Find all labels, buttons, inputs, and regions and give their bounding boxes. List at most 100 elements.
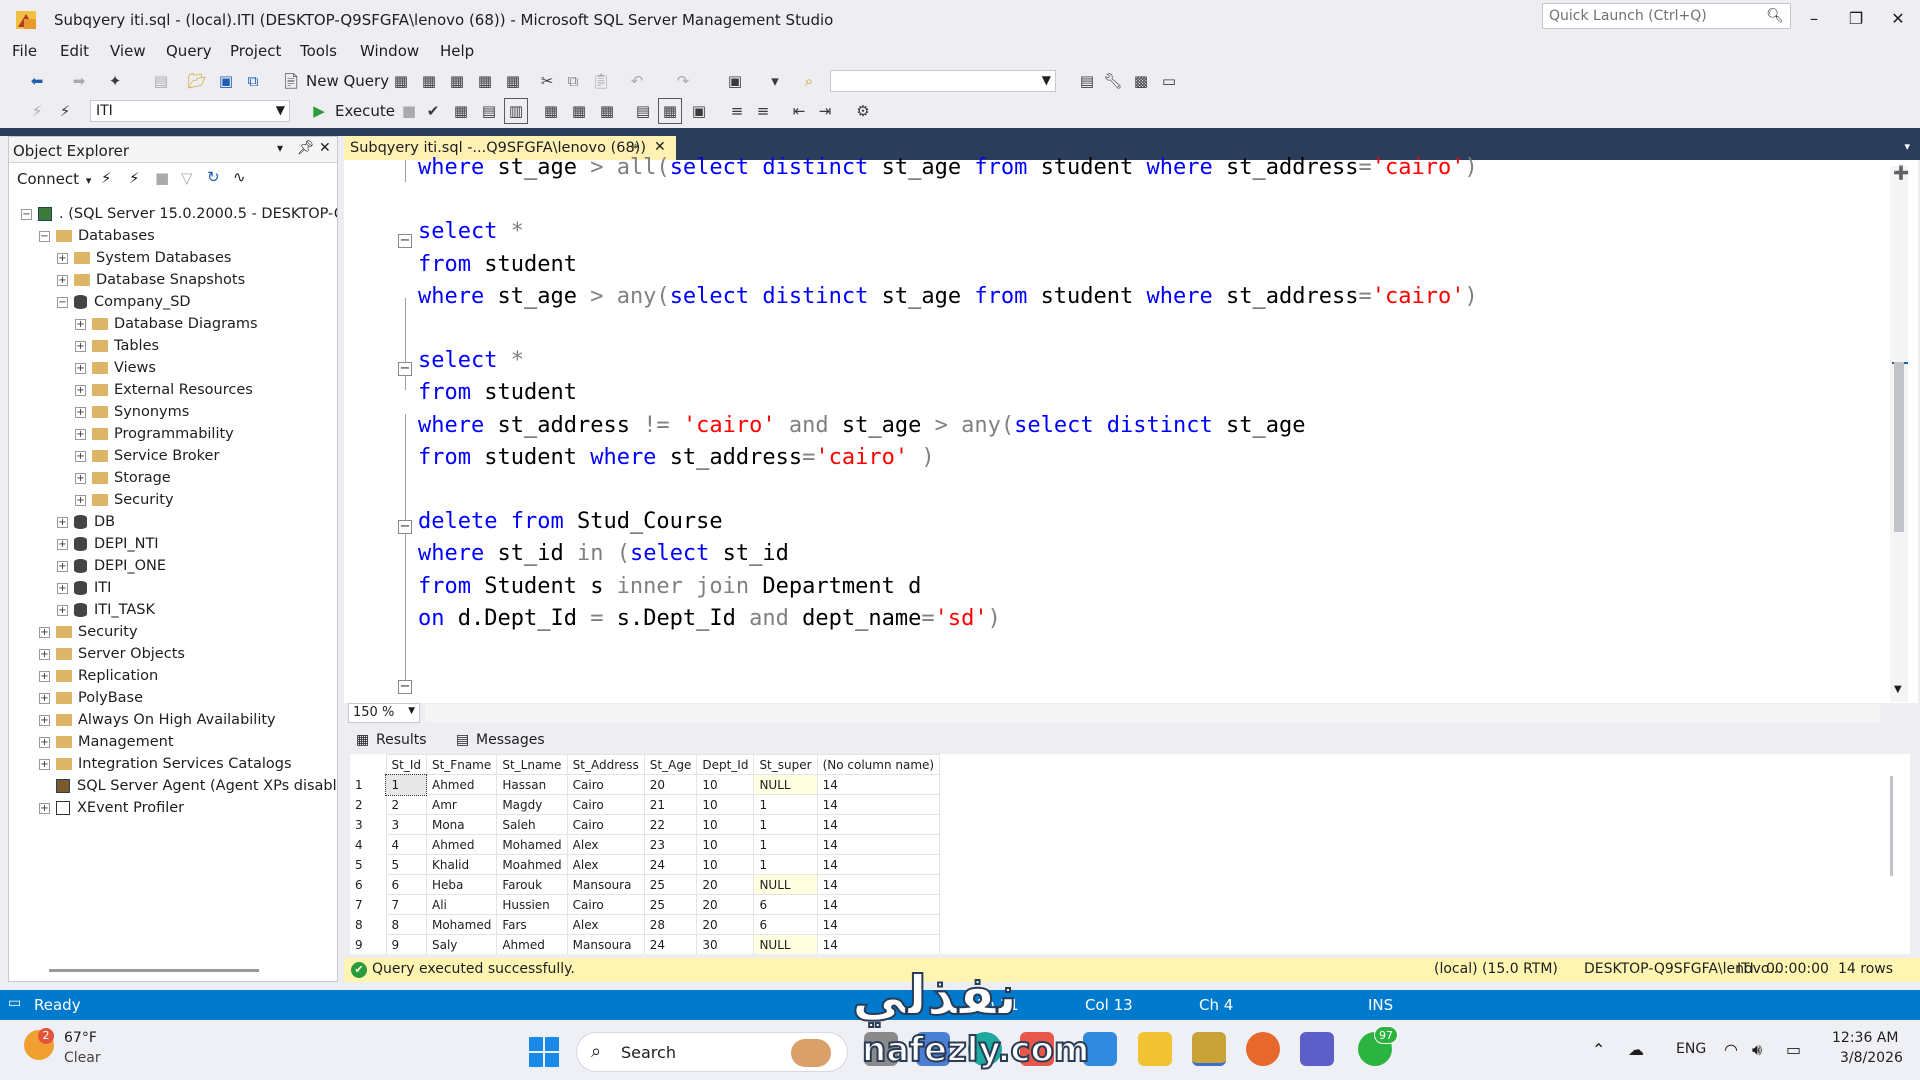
code-line[interactable]: from Student s inner join Department d	[418, 571, 921, 603]
table-cell[interactable]: 3	[385, 814, 427, 835]
table-cell[interactable]: 20	[696, 894, 755, 915]
table-cell[interactable]: Heba	[425, 874, 498, 895]
table-row[interactable]: 6 6 Heba Farouk Mansoura 25 20 NULL 14	[350, 874, 941, 895]
clock-time[interactable]: 12:36 AM	[1832, 1030, 1898, 1046]
results-to-text-icon[interactable]: ▤	[632, 100, 654, 122]
back-icon[interactable]: ⬅	[26, 70, 48, 92]
table-cell[interactable]: Mansoura	[566, 934, 645, 954]
table-cell[interactable]: Mohamed	[496, 834, 568, 855]
table-row[interactable]: 8 8 Mohamed Fars Alex 28 20 6 14	[350, 914, 941, 935]
menu-file[interactable]: File	[12, 42, 37, 60]
tree-node[interactable]: + Security	[75, 489, 174, 511]
table-cell[interactable]: 10	[696, 814, 755, 835]
tree-node[interactable]: + Tables	[75, 335, 159, 357]
code-line[interactable]: where st_address != 'cairo' and st_age >…	[418, 410, 1306, 442]
collapse-icon[interactable]: −	[398, 234, 412, 248]
window-layout-icon[interactable]: ▭	[1158, 70, 1180, 92]
table-cell[interactable]: Cairo	[566, 794, 645, 815]
table-cell[interactable]: 20	[696, 874, 755, 895]
tree-node[interactable]: + Database Snapshots	[57, 269, 245, 291]
results-to-grid-icon[interactable]: ▦	[658, 98, 682, 124]
menu-view[interactable]: View	[110, 42, 146, 60]
editor-vertical-scrollbar[interactable]: ➕ ▼	[1890, 166, 1909, 702]
collapse-icon[interactable]: −	[398, 520, 412, 534]
table-cell[interactable]: 14	[816, 834, 941, 855]
table-cell[interactable]: 14	[816, 814, 941, 835]
table-row[interactable]: 5 5 Khalid Moahmed Alex 24 10 1 14	[350, 854, 941, 875]
activity-monitor-icon[interactable]: ▣	[724, 70, 746, 92]
expand-icon[interactable]: +	[75, 318, 86, 330]
code-line[interactable]: from student	[418, 249, 577, 281]
expand-icon[interactable]: +	[57, 538, 68, 550]
expand-icon[interactable]: +	[75, 406, 86, 418]
client-stats-icon[interactable]: ▦	[596, 100, 618, 122]
tree-node[interactable]: + DB	[57, 511, 115, 533]
expand-icon[interactable]: +	[39, 758, 50, 770]
column-header[interactable]: St_super	[753, 754, 818, 775]
mdx-query-icon[interactable]: ▦	[418, 70, 440, 92]
expand-icon[interactable]: +	[39, 692, 50, 704]
expand-icon[interactable]: +	[39, 736, 50, 748]
expand-icon[interactable]: +	[75, 472, 86, 484]
expand-icon[interactable]: +	[75, 494, 86, 506]
file-explorer-icon[interactable]	[1138, 1032, 1172, 1066]
tree-node[interactable]: + XEvent Profiler	[39, 797, 184, 819]
increase-indent-icon[interactable]: ⇥	[814, 100, 836, 122]
table-cell[interactable]: 21	[643, 794, 698, 815]
activity-icon[interactable]: ∿	[233, 168, 246, 186]
tree-node[interactable]: + Integration Services Catalogs	[39, 753, 292, 775]
table-row[interactable]: 2 2 Amr Magdy Cairo 21 10 1 14	[350, 794, 941, 815]
tab-messages[interactable]: Messages	[476, 732, 545, 748]
grid-scrollbar[interactable]	[1890, 776, 1893, 876]
weather-temperature[interactable]: 67°F	[64, 1030, 97, 1046]
tab-results[interactable]: Results	[376, 732, 427, 748]
dax-query-icon[interactable]: ▦	[502, 70, 524, 92]
table-cell[interactable]: Hassan	[496, 774, 568, 795]
tree-node[interactable]: + PolyBase	[39, 687, 143, 709]
table-cell[interactable]: Magdy	[496, 794, 568, 815]
table-cell[interactable]: 10	[696, 794, 755, 815]
table-cell[interactable]: 28	[643, 914, 698, 935]
expand-icon[interactable]: +	[75, 384, 86, 396]
expand-icon[interactable]: +	[75, 362, 86, 374]
forward-icon[interactable]: ➡	[68, 70, 90, 92]
table-cell[interactable]: 1	[753, 834, 818, 855]
column-header[interactable]: Dept_Id	[696, 754, 755, 775]
tree-node[interactable]: + Views	[75, 357, 156, 379]
cut-icon[interactable]: ✂	[536, 70, 558, 92]
redo-icon[interactable]: ↷	[672, 70, 694, 92]
table-cell[interactable]: 10	[696, 774, 755, 795]
search-icon[interactable]: 🔍︎	[1766, 8, 1784, 24]
table-cell[interactable]: 1	[753, 854, 818, 875]
tree-node[interactable]: SQL Server Agent (Agent XPs disabled)	[39, 775, 337, 797]
connect-button[interactable]: Connect	[17, 170, 79, 188]
table-cell[interactable]: Alex	[566, 854, 645, 875]
expand-icon[interactable]: +	[75, 340, 86, 352]
table-cell[interactable]: 14	[816, 914, 941, 935]
menu-edit[interactable]: Edit	[60, 42, 89, 60]
table-cell[interactable]: 14	[816, 794, 941, 815]
expand-icon[interactable]: +	[39, 714, 50, 726]
comment-icon[interactable]: ≡	[726, 100, 748, 122]
expand-icon[interactable]: +	[39, 626, 50, 638]
chevron-down-icon[interactable]: ▾	[277, 141, 283, 155]
code-line[interactable]: from student	[418, 377, 577, 409]
table-cell[interactable]: 4	[385, 834, 427, 855]
disconnect-icon[interactable]: ⚡	[129, 169, 140, 187]
execute-button[interactable]: Execute	[335, 102, 395, 120]
save-icon[interactable]: ▣	[215, 70, 237, 92]
windows-start-icon[interactable]	[528, 1036, 560, 1068]
sql-editor[interactable]: − − − − where st_age > all(select distin…	[344, 155, 1918, 703]
expand-icon[interactable]: +	[57, 516, 68, 528]
save-all-icon[interactable]: ⧉	[242, 70, 264, 92]
tree-node[interactable]: + DEPI_ONE	[57, 555, 166, 577]
table-cell[interactable]: 1	[384, 773, 428, 796]
table-cell[interactable]: 14	[816, 774, 941, 795]
table-cell[interactable]: Mohamed	[425, 914, 498, 935]
estimated-plan-icon[interactable]: ▦	[450, 100, 472, 122]
tree-node[interactable]: + Synonyms	[75, 401, 189, 423]
table-cell[interactable]: Mansoura	[566, 874, 645, 895]
table-cell[interactable]: Moahmed	[496, 854, 568, 875]
column-header[interactable]: (No column name)	[816, 754, 941, 775]
tree-node[interactable]: + Replication	[39, 665, 158, 687]
